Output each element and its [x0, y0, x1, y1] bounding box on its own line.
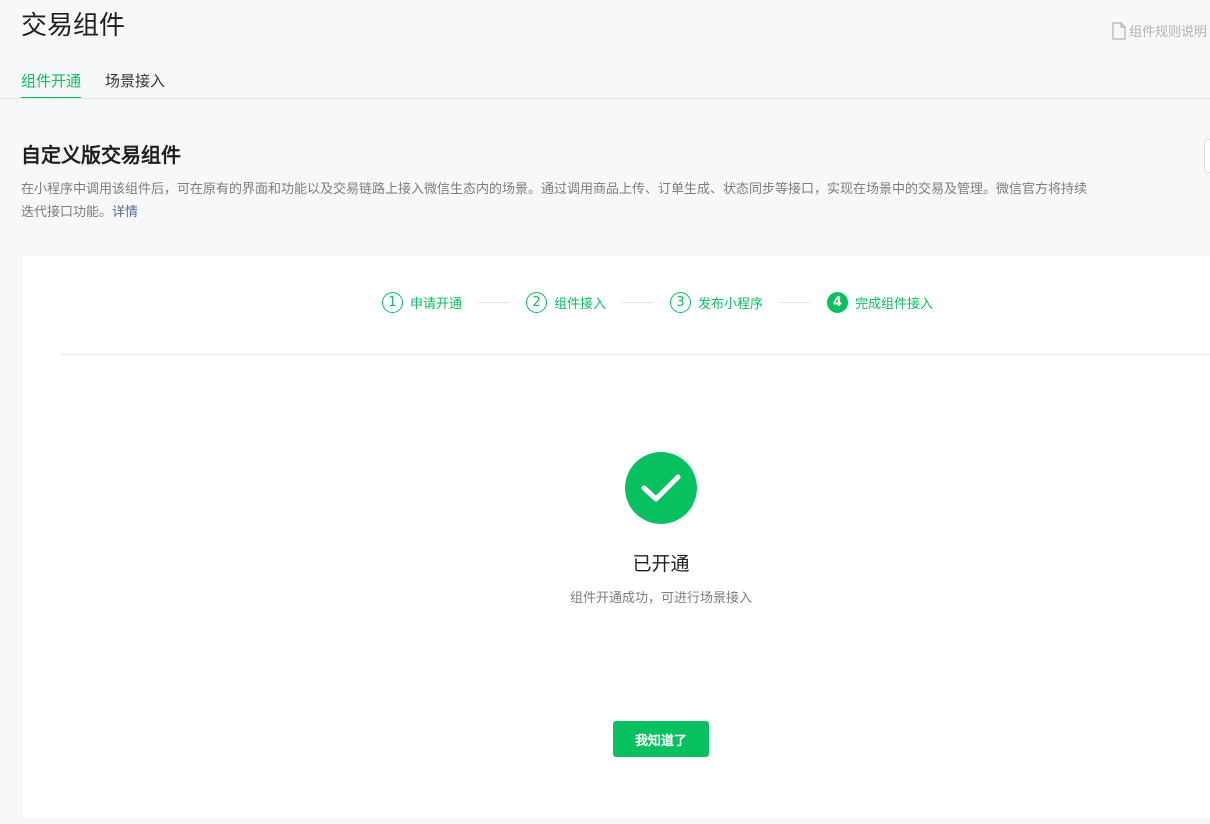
- rules-link-label: 组件规则说明: [1128, 25, 1207, 40]
- page-header: 交易组件 组件规则说明 组件开通 场景接入: [0, 0, 1210, 99]
- step-number-current: 4: [827, 292, 849, 313]
- side-panel-edge[interactable]: [1204, 139, 1210, 173]
- tab-component-activation[interactable]: 组件开通: [21, 70, 82, 99]
- details-link[interactable]: 详情: [112, 205, 138, 220]
- step-label: 完成组件接入: [855, 297, 934, 312]
- step-indicator: 1 申请开通 2 组件接入 3 发布小程序 4 完成组件接入: [382, 292, 933, 313]
- page-title: 交易组件: [21, 11, 126, 41]
- step-label: 发布小程序: [698, 297, 764, 312]
- section-description-text: 在小程序中调用该组件后，可在原有的界面和功能以及交易链路上接入微信生态内的场景。…: [21, 182, 1088, 220]
- result-description: 组件开通成功，可进行场景接入: [569, 591, 752, 606]
- document-icon: [1112, 21, 1126, 40]
- step-label: 组件接入: [554, 297, 607, 312]
- step-publish: 3 发布小程序: [670, 292, 763, 313]
- card-divider: [61, 354, 1210, 355]
- step-complete: 4 完成组件接入: [827, 292, 933, 313]
- step-connector: [779, 302, 812, 303]
- step-number: 2: [526, 292, 548, 313]
- section-title: 自定义版交易组件: [21, 143, 181, 167]
- step-connector: [478, 302, 511, 303]
- step-apply: 1 申请开通: [382, 292, 462, 313]
- step-label: 申请开通: [410, 297, 463, 312]
- step-connector: [622, 302, 655, 303]
- check-circle-icon: [625, 452, 697, 524]
- rules-link[interactable]: 组件规则说明: [1112, 21, 1207, 40]
- step-number: 3: [670, 292, 692, 313]
- activation-card: 1 申请开通 2 组件接入 3 发布小程序 4 完成组件接入 已开通 组件开通成…: [23, 256, 1210, 818]
- header-divider: [0, 98, 1210, 99]
- tab-bar: 组件开通 场景接入: [21, 70, 165, 99]
- result-title: 已开通: [632, 553, 690, 575]
- section-description: 在小程序中调用该组件后，可在原有的界面和功能以及交易链路上接入微信生态内的场景。…: [21, 178, 1096, 224]
- tab-scenario-access[interactable]: 场景接入: [105, 70, 165, 99]
- page: 交易组件 组件规则说明 组件开通 场景接入 自定义版交易组件 在小程序中调用该组…: [0, 0, 1210, 824]
- acknowledge-button[interactable]: 我知道了: [613, 721, 709, 757]
- step-number: 1: [382, 292, 403, 313]
- step-integrate: 2 组件接入: [526, 292, 606, 313]
